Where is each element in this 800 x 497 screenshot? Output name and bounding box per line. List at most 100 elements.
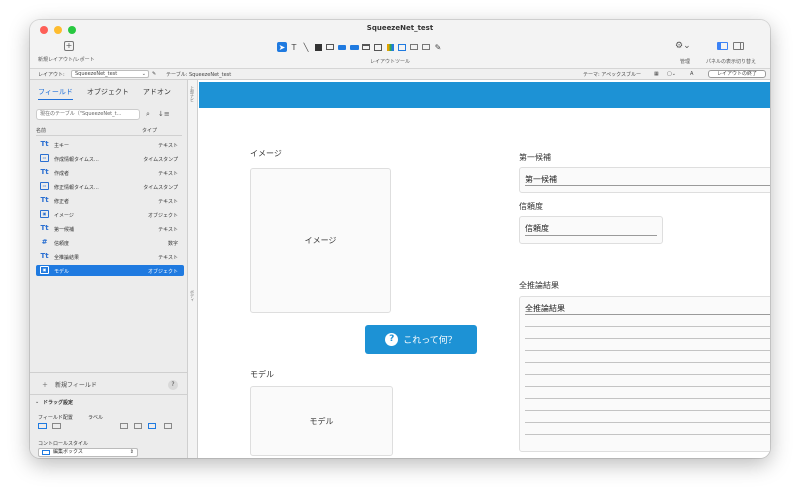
field-line [525, 398, 770, 399]
view-menu-icon[interactable]: ▢⌄ [667, 71, 676, 77]
field-list-header: 名前 タイプ [36, 127, 182, 136]
layout-selector[interactable]: SqueezeNet_test ⌄ [71, 70, 149, 78]
control-style-select[interactable]: 編集ボックス ⇕ [38, 448, 138, 457]
field-line [525, 386, 770, 387]
drag-settings-label: ドラッグ設定 [43, 400, 74, 406]
drag-settings: ⌄ ドラッグ設定 フィールド配置 ラベル コントロールスタイル 編集ボックス ⇕ [30, 394, 188, 458]
field-row[interactable]: Tt 第一候補 テキスト [36, 223, 184, 234]
first-candidate-field[interactable]: 第一候補 [519, 167, 770, 193]
font-icon[interactable]: A [690, 71, 693, 77]
field-line [525, 362, 770, 363]
field-row[interactable]: Tt 全推論結果 テキスト [36, 251, 184, 262]
first-candidate-label: 第一候補 [519, 153, 551, 162]
label-none-icon[interactable] [120, 423, 128, 429]
new-layout-label: 新規レイアウト/レポート [38, 57, 95, 63]
field-row-selected[interactable]: ▣ モデル オブジェクト [36, 265, 184, 276]
control-style-value: 編集ボックス [53, 449, 83, 455]
field-row[interactable]: Tt 作成者 テキスト [36, 167, 184, 178]
label-left-icon[interactable] [148, 423, 156, 429]
theme-info: テーマ: アペックスブルー [583, 72, 642, 78]
text-tool[interactable]: T [289, 42, 299, 52]
field-name: 主キー [54, 143, 70, 149]
button-icon [338, 44, 346, 50]
line-tool[interactable]: ╲ [301, 42, 311, 52]
edit-layout-icon[interactable]: ✎ [152, 71, 156, 77]
popover-tool[interactable] [409, 42, 419, 52]
sort-icon[interactable]: ↓≡ [158, 110, 170, 118]
layout-tools: ➤ T ╲ ✎ [277, 40, 443, 54]
container-field-icon: ▣ [40, 210, 49, 218]
text-field-icon: Tt [40, 224, 49, 232]
tab-addons[interactable]: アドオン [143, 87, 171, 100]
field-row[interactable]: ▭ 修正情報タイムス… タイムスタンプ [36, 181, 184, 192]
field-name: 全推論結果 [54, 255, 80, 261]
field-name: モデル [54, 269, 70, 275]
slide-control-tool[interactable] [421, 42, 431, 52]
type-column-header: タイプ [142, 128, 158, 134]
what-is-this-button[interactable]: ? これって何？ [365, 325, 477, 354]
number-field-icon: # [41, 238, 48, 246]
search-icon[interactable]: ⌕ [146, 110, 150, 119]
field-name: 作成情報タイムス… [54, 157, 99, 163]
top-nav-part-label: 上部ナビ [190, 86, 195, 102]
eyedropper-icon: ✎ [434, 42, 442, 52]
text-field-icon: Tt [40, 252, 49, 260]
table-select-value: 現在のテーブル（"SqueezeNet_t... [40, 111, 122, 117]
window-title: SqueezeNet_test [366, 24, 434, 32]
shape-tool[interactable] [313, 42, 323, 52]
plus-icon: ＋ [42, 382, 49, 389]
button-bar-tool[interactable] [349, 42, 359, 52]
chevron-down-icon[interactable]: ⌄ [35, 399, 39, 405]
right-panel-toggle-icon[interactable] [733, 42, 744, 50]
horizontal-placement-icon[interactable] [52, 423, 61, 429]
chart-tool[interactable] [385, 42, 395, 52]
tab-objects[interactable]: オブジェクト [87, 87, 129, 100]
field-name: 信頼度 [54, 241, 70, 247]
field-icon [326, 44, 334, 50]
image-container-field[interactable]: イメージ [250, 168, 391, 313]
label-top-icon[interactable] [134, 423, 142, 429]
rectangle-icon [314, 43, 322, 51]
top-navigation-band [199, 82, 770, 108]
manage-button[interactable]: ⚙⌄ [675, 41, 691, 51]
new-layout-button[interactable]: + [64, 41, 74, 51]
field-row[interactable]: Tt 主キー テキスト [36, 139, 184, 150]
help-button[interactable]: ? [168, 380, 178, 390]
model-label: モデル [250, 370, 274, 379]
field-line [525, 434, 770, 435]
model-container-field[interactable]: モデル [250, 386, 393, 456]
field-underline [525, 314, 770, 315]
button-tool[interactable] [337, 42, 347, 52]
field-row[interactable]: ▣ イメージ オブジェクト [36, 209, 184, 220]
web-viewer-icon [398, 43, 406, 51]
confidence-field[interactable]: 信頼度 [519, 216, 663, 244]
pointer-tool[interactable]: ➤ [277, 42, 287, 52]
portal-icon [374, 43, 382, 51]
tab-fields[interactable]: フィールド [38, 87, 73, 100]
field-row[interactable]: ▭ 作成情報タイムス… タイムスタンプ [36, 153, 184, 164]
field-name: イメージ [54, 213, 74, 219]
gear-icon: ⚙⌄ [675, 41, 691, 51]
left-panel-toggle-icon[interactable] [717, 42, 728, 50]
all-results-field[interactable]: 全推論結果 ⌃ ⌄ [519, 296, 770, 452]
new-field-label: 新規フィールド [54, 382, 97, 389]
portal-tool[interactable] [373, 42, 383, 52]
format-painter-tool[interactable]: ✎ [433, 42, 443, 52]
container-field-icon: ▣ [40, 266, 49, 274]
titlebar: SqueezeNet_test + 新規レイアウト/レポート ➤ T ╲ ✎ レ… [30, 20, 770, 69]
field-row[interactable]: # 信頼度 数字 [36, 237, 184, 248]
web-viewer-tool[interactable] [397, 42, 407, 52]
theme-icon[interactable]: ▦ [654, 71, 659, 77]
label-right-icon[interactable] [164, 423, 172, 429]
field-row[interactable]: Tt 修正者 テキスト [36, 195, 184, 206]
field-line [525, 410, 770, 411]
vertical-placement-icon[interactable] [38, 423, 47, 429]
text-field-icon: Tt [40, 168, 49, 176]
field-tool[interactable] [325, 42, 335, 52]
confidence-label: 信頼度 [519, 202, 543, 211]
table-select[interactable]: 現在のテーブル（"SqueezeNet_t... [36, 109, 140, 120]
exit-layout-button[interactable]: レイアウトの終了 [708, 70, 766, 78]
field-name: 作成者 [54, 171, 70, 177]
new-field-button[interactable]: ＋ 新規フィールド [42, 380, 97, 389]
tab-control-tool[interactable] [361, 42, 371, 52]
